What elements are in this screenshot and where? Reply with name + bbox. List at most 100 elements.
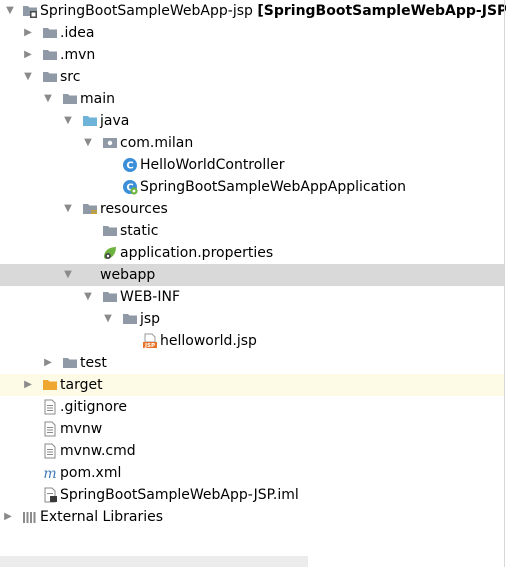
item-name: target: [60, 377, 103, 393]
tree-row[interactable]: SpringBootSampleWebApp-JSP.iml: [0, 484, 504, 506]
chevron-down-icon[interactable]: ▼: [22, 66, 34, 88]
tree-item-label: application.properties: [120, 242, 273, 264]
java-class-icon: C: [122, 157, 138, 173]
jsp-file-icon: JSP: [142, 333, 158, 349]
item-name: External Libraries: [40, 509, 163, 525]
tree-item-label: pom.xml: [60, 462, 121, 484]
item-name: mvnw: [60, 421, 103, 437]
module-icon: [22, 3, 38, 19]
tree-row[interactable]: JSP helloworld.jsp: [0, 330, 504, 352]
folder-icon: [62, 91, 78, 107]
folder-icon: [42, 47, 58, 63]
tree-item-label: jsp: [140, 308, 160, 330]
tree-row[interactable]: mvnw: [0, 418, 504, 440]
tree-item-label: External Libraries: [40, 506, 163, 528]
tree-item-label: java: [100, 110, 129, 132]
chevron-right-icon[interactable]: ▶: [2, 506, 14, 528]
tree-item-label: target: [60, 374, 103, 396]
folder-icon: [102, 223, 118, 239]
tree-item-label: mvnw.cmd: [60, 440, 136, 462]
tree-item-label: com.milan: [120, 132, 193, 154]
tree-row[interactable]: application.properties: [0, 242, 504, 264]
item-name: com.milan: [120, 135, 194, 151]
tree-row[interactable]: ▼ src: [0, 66, 504, 88]
item-name: .mvn: [60, 47, 96, 63]
tree-row[interactable]: ▶ target: [0, 374, 504, 396]
tree-row[interactable]: ▼ com.milan: [0, 132, 504, 154]
web-folder-icon: [82, 267, 98, 283]
chevron-right-icon[interactable]: ▶: [42, 352, 54, 374]
svg-text:m: m: [43, 466, 56, 481]
module-name-bracket: [SpringBootSampleWebApp-JSP]: [257, 3, 506, 19]
tree-item-label: HelloWorldController: [140, 154, 284, 176]
tree-row[interactable]: ▼ SpringBootSampleWebApp-jsp [SpringBootS…: [0, 0, 506, 22]
iml-file-icon: [42, 487, 58, 503]
item-name: static: [120, 223, 159, 239]
item-name: WEB-INF: [120, 289, 180, 305]
maven-icon: m: [42, 465, 58, 482]
tree-item-label: src: [60, 66, 80, 88]
tree-row[interactable]: ▶ test: [0, 352, 504, 374]
tree-item-label: .gitignore: [60, 396, 127, 418]
chevron-down-icon[interactable]: ▼: [82, 286, 94, 308]
chevron-down-icon[interactable]: ▼: [42, 88, 54, 110]
tree-item-label: webapp: [100, 264, 155, 286]
tree-item-label: test: [80, 352, 107, 374]
item-name: webapp: [100, 267, 156, 283]
chevron-down-icon[interactable]: ▼: [62, 110, 74, 132]
item-name: .gitignore: [60, 399, 127, 415]
tree-item-label: SpringBootSampleWebApp-JSP.iml: [60, 484, 299, 506]
item-name: java: [100, 113, 130, 129]
tree-row[interactable]: ▼ java: [0, 110, 504, 132]
tree-row[interactable]: ▶ External Libraries: [0, 506, 504, 528]
tree-row[interactable]: ▶ .idea: [0, 22, 504, 44]
tree-item-label: SpringBootSampleWebAppApplication: [140, 176, 406, 198]
folder-icon: [42, 69, 58, 85]
tree-row[interactable]: mvnw.cmd: [0, 440, 504, 462]
chevron-down-icon[interactable]: ▼: [62, 264, 74, 286]
source-folder-icon: [82, 113, 98, 129]
tree-row[interactable]: static: [0, 220, 504, 242]
text-file-icon: [42, 443, 58, 459]
tree-item-label: main: [80, 88, 115, 110]
tree-item-label: .mvn: [60, 44, 95, 66]
tree-item-label: resources: [100, 198, 168, 220]
tree-row[interactable]: ▼ webapp: [0, 264, 504, 286]
horizontal-scrollbar[interactable]: [0, 556, 308, 567]
chevron-right-icon[interactable]: ▶: [22, 22, 34, 44]
item-name: SpringBootSampleWebAppApplication: [140, 179, 406, 195]
folder-icon: [122, 311, 138, 327]
resources-folder-icon: [82, 201, 98, 217]
tree-row[interactable]: ▼ resources: [0, 198, 504, 220]
tree-item-label: static: [120, 220, 158, 242]
panel-divider: [504, 0, 505, 567]
text-file-icon: [42, 421, 58, 437]
tree-row[interactable]: ▼ WEB-INF: [0, 286, 504, 308]
chevron-down-icon[interactable]: ▼: [62, 198, 74, 220]
item-name: jsp: [140, 311, 161, 327]
tree-row[interactable]: m pom.xml: [0, 462, 504, 484]
tree-row[interactable]: .gitignore: [0, 396, 504, 418]
tree-item-label: .idea: [60, 22, 94, 44]
tree-row[interactable]: ▶ .mvn: [0, 44, 504, 66]
folder-icon: [62, 355, 78, 371]
tree-row[interactable]: ▼ main: [0, 88, 504, 110]
item-name: HelloWorldController: [140, 157, 285, 173]
chevron-down-icon[interactable]: ▼: [82, 132, 94, 154]
chevron-down-icon[interactable]: ▼: [102, 308, 114, 330]
item-name: helloworld.jsp: [160, 333, 257, 349]
spring-boot-class-icon: C: [122, 179, 138, 195]
folder-icon: [42, 25, 58, 41]
item-name: application.properties: [120, 245, 274, 261]
item-name: test: [80, 355, 107, 371]
item-name: main: [80, 91, 115, 107]
tree-row[interactable]: C SpringBootSampleWebAppApplication: [0, 176, 504, 198]
folder-icon: [102, 289, 118, 305]
chevron-right-icon[interactable]: ▶: [22, 44, 34, 66]
tree-row[interactable]: ▼ jsp: [0, 308, 504, 330]
chevron-down-icon[interactable]: ▼: [4, 0, 16, 22]
tree-row[interactable]: C HelloWorldController: [0, 154, 504, 176]
item-name: resources: [100, 201, 168, 217]
chevron-right-icon[interactable]: ▶: [22, 374, 34, 396]
text-file-icon: [42, 399, 58, 415]
